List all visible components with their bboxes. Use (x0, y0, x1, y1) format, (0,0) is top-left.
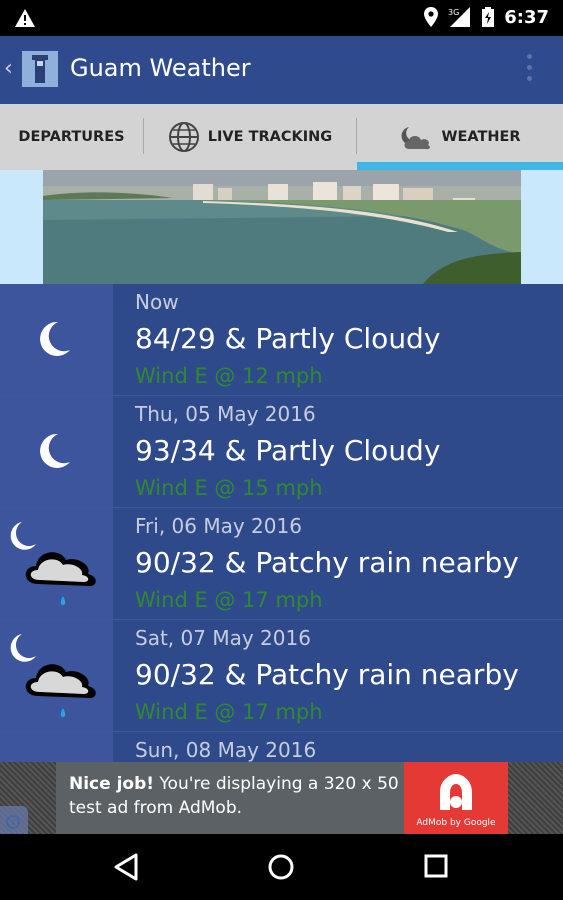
cloud-moon-icon (402, 127, 431, 150)
forecast-icon-box (0, 396, 113, 507)
recents-nav-icon[interactable] (423, 852, 449, 882)
tab-weather[interactable]: WEATHER (357, 104, 563, 170)
tab-label: WEATHER (441, 129, 521, 145)
overflow-menu-icon[interactable] (527, 54, 533, 81)
forecast-summary: 84/29 & Partly Cloudy (135, 322, 441, 355)
moon-cloud-rain-icon (10, 634, 96, 717)
tab-label: DEPARTURES (18, 129, 125, 145)
tab-departures[interactable]: DEPARTURES (0, 104, 143, 170)
globe-icon (168, 122, 199, 152)
app-bar: ‹ Guam Weather (0, 36, 563, 104)
forecast-icon-box (0, 732, 113, 762)
back-nav-icon[interactable] (112, 852, 142, 882)
ad-info-icon[interactable] (0, 806, 28, 834)
forecast-wind: Wind E @ 12 mph (135, 364, 323, 388)
forecast-date: Now (135, 290, 179, 314)
tab-label: LIVE TRACKING (207, 129, 333, 145)
tab-live-tracking[interactable]: LIVE TRACKING (144, 104, 356, 170)
forecast-row[interactable]: Sun, 08 May 2016 (0, 732, 563, 762)
forecast-summary: 90/32 & Patchy rain nearby (135, 546, 519, 579)
forecast-list[interactable]: Now 84/29 & Partly Cloudy Wind E @ 12 mp… (0, 284, 563, 762)
forecast-wind: Wind E @ 17 mph (135, 700, 323, 724)
forecast-icon-box (0, 620, 113, 731)
admob-caption: AdMob by Google (416, 818, 496, 828)
status-bar: 3G 6:37 (0, 0, 563, 36)
forecast-wind: Wind E @ 15 mph (135, 476, 323, 500)
app-title: Guam Weather (70, 54, 251, 82)
warning-icon (15, 9, 35, 27)
forecast-summary: 90/32 & Patchy rain nearby (135, 658, 519, 691)
back-chevron-icon[interactable]: ‹ (4, 56, 13, 81)
battery-icon (482, 7, 495, 27)
navigation-bar (0, 834, 563, 900)
ad-banner[interactable]: Nice job! You're displaying a 320 x 50 t… (0, 762, 563, 834)
forecast-row[interactable]: Thu, 05 May 2016 93/34 & Partly Cloudy W… (0, 396, 563, 508)
svg-text:3G: 3G (448, 8, 459, 17)
forecast-row[interactable]: Now 84/29 & Partly Cloudy Wind E @ 12 mp… (0, 284, 563, 396)
forecast-icon-box (0, 284, 113, 395)
ad-content[interactable]: Nice job! You're displaying a 320 x 50 t… (56, 762, 508, 834)
tab-selected-indicator (357, 162, 563, 170)
moon-icon (40, 321, 70, 356)
tab-bar: DEPARTURES LIVE TRACKING WEATHER (0, 104, 563, 170)
admob-icon (440, 774, 472, 810)
banner-image-area (0, 170, 563, 284)
forecast-summary: 93/34 & Partly Cloudy (135, 434, 441, 467)
ad-headline: Nice job! (69, 774, 155, 794)
home-nav-icon[interactable] (266, 852, 296, 882)
forecast-icon-box (0, 508, 113, 619)
moon-cloud-rain-icon (10, 522, 96, 605)
forecast-date: Thu, 05 May 2016 (135, 402, 316, 426)
beach-photo (43, 170, 521, 284)
forecast-date: Sun, 08 May 2016 (135, 738, 317, 762)
moon-icon (40, 433, 70, 468)
location-icon (424, 7, 439, 27)
signal-3g-icon: 3G (448, 7, 471, 27)
ad-text: Nice job! You're displaying a 320 x 50 t… (69, 772, 399, 820)
forecast-date: Sat, 07 May 2016 (135, 626, 311, 650)
forecast-row[interactable]: Fri, 06 May 2016 90/32 & Patchy rain nea… (0, 508, 563, 620)
forecast-wind: Wind E @ 17 mph (135, 588, 323, 612)
admob-logo[interactable]: AdMob by Google (404, 762, 508, 834)
app-logo-icon[interactable] (22, 51, 58, 87)
forecast-date: Fri, 06 May 2016 (135, 514, 302, 538)
forecast-row[interactable]: Sat, 07 May 2016 90/32 & Patchy rain nea… (0, 620, 563, 732)
status-time: 6:37 (504, 6, 549, 28)
